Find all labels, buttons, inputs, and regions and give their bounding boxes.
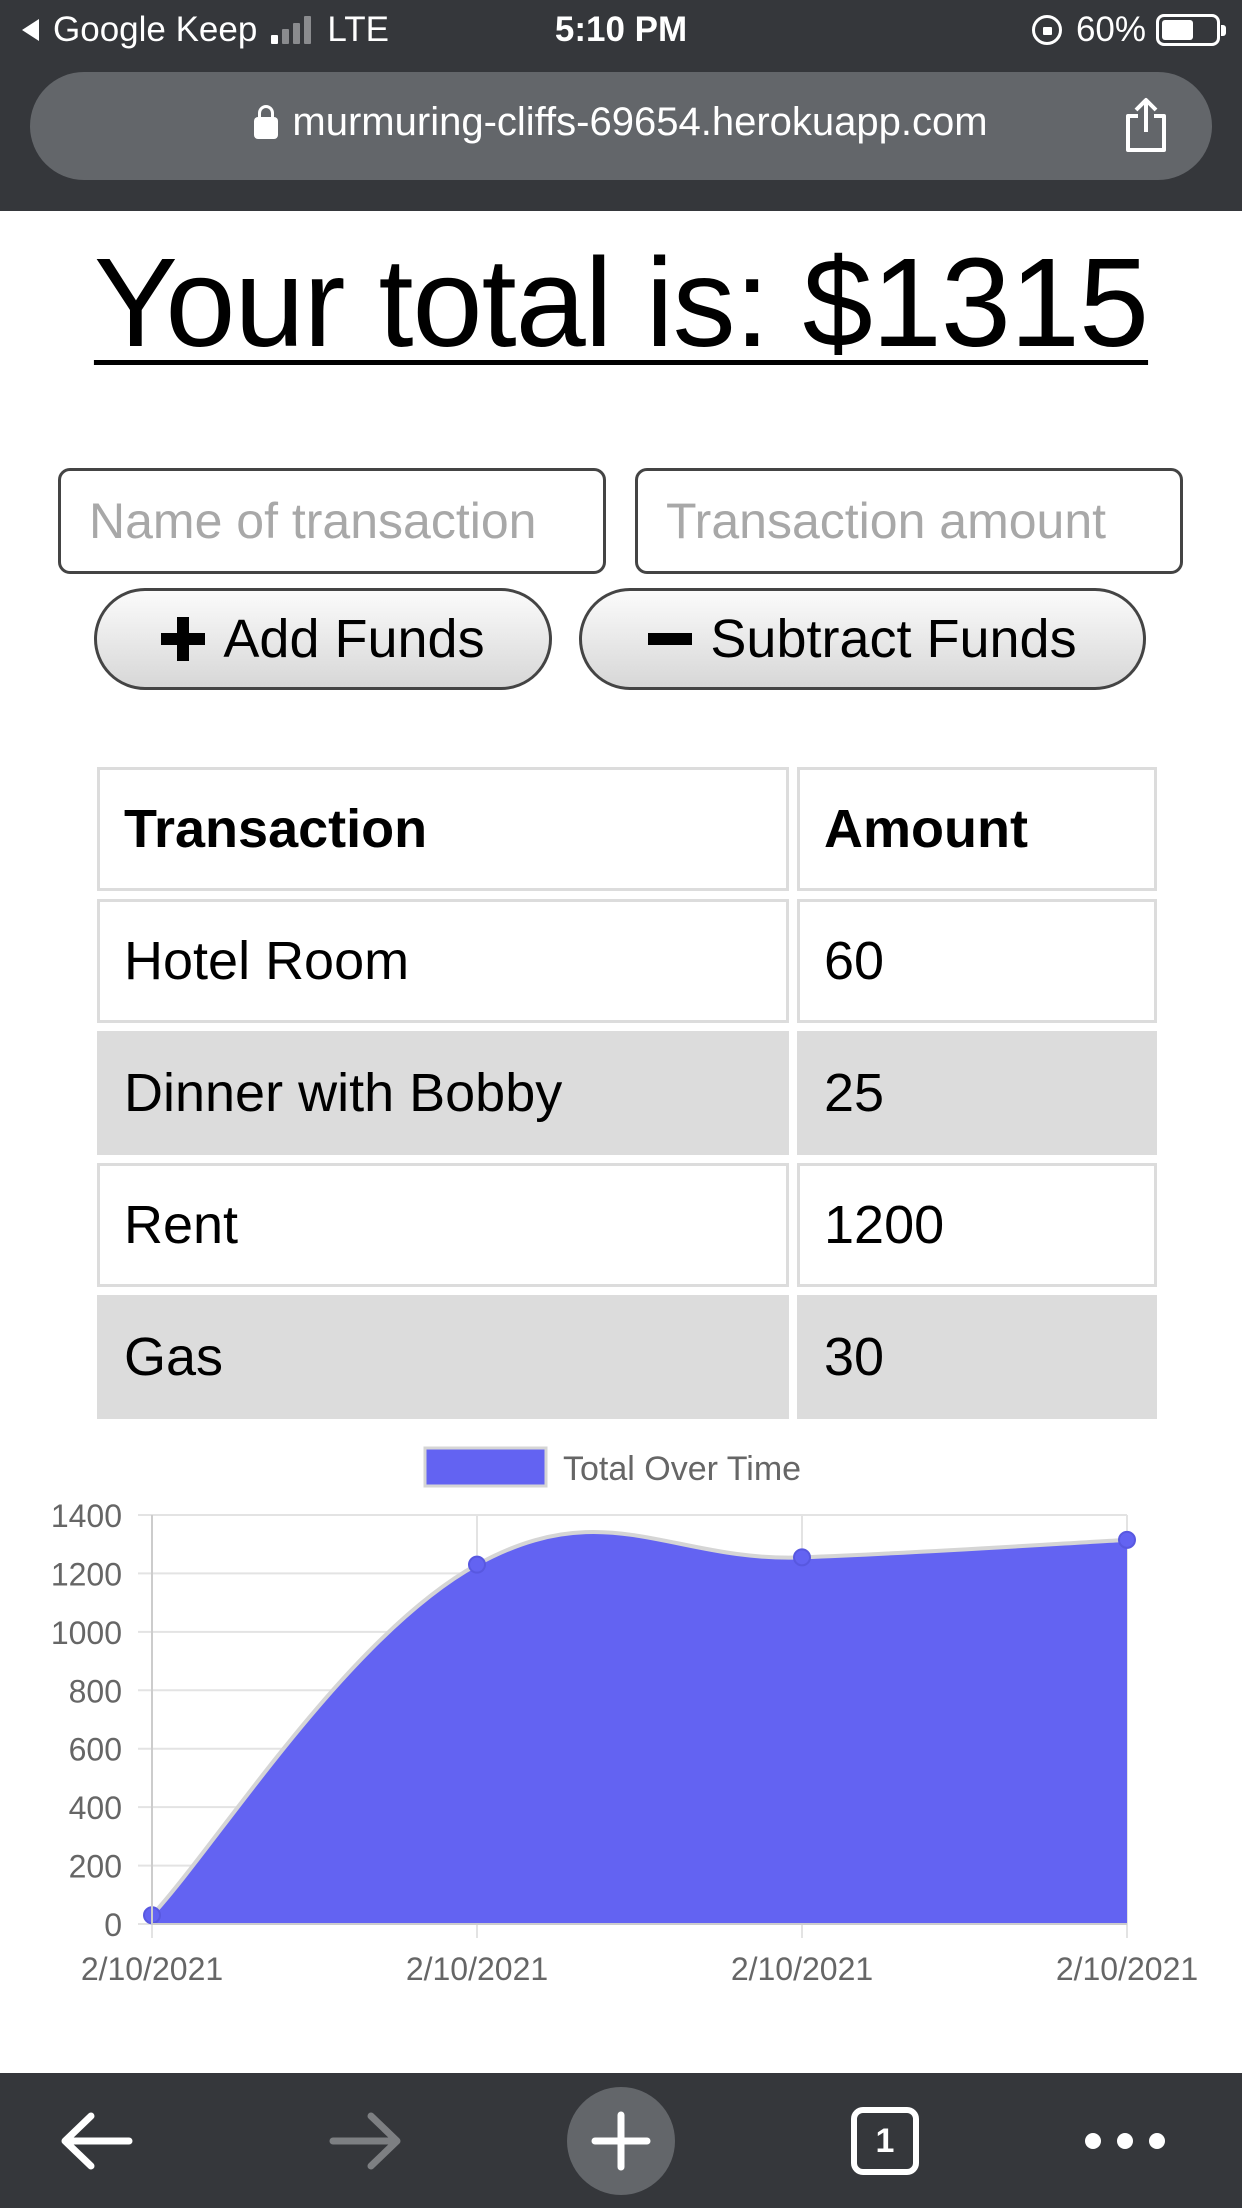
y-tick-label: 0 bbox=[104, 1907, 122, 1943]
transaction-name-cell: Dinner with Bobby bbox=[97, 1031, 789, 1155]
status-bar: Google Keep LTE 5:10 PM 60% bbox=[0, 0, 1242, 62]
transaction-amount-cell: 1200 bbox=[797, 1163, 1157, 1287]
subtract-funds-label: Subtract Funds bbox=[710, 609, 1077, 669]
chart-svg: 0 200 400 600 800 1000 1200 1400 2/10/2021 2/10/2… bbox=[51, 1446, 1198, 1987]
x-tick-label: 2/10/2021 bbox=[1056, 1951, 1198, 1987]
y-tick-label: 600 bbox=[69, 1732, 122, 1768]
y-tick-label: 400 bbox=[69, 1790, 122, 1826]
transaction-name-cell: Hotel Room bbox=[97, 899, 789, 1023]
legend-label: Total Over Time bbox=[563, 1450, 801, 1488]
subtract-funds-button[interactable]: Subtract Funds bbox=[579, 588, 1146, 690]
transaction-amount-input[interactable] bbox=[635, 468, 1183, 574]
tab-switcher-button[interactable]: 1 bbox=[840, 2089, 930, 2193]
legend-swatch bbox=[423, 1446, 548, 1488]
x-tick-label: 2/10/2021 bbox=[731, 1951, 873, 1987]
table-row: Gas 30 bbox=[97, 1295, 1157, 1419]
battery-level bbox=[1162, 20, 1194, 40]
transaction-name-input[interactable] bbox=[58, 468, 606, 574]
data-point bbox=[468, 1555, 486, 1574]
address-bar[interactable]: murmuring-cliffs-69654.herokuapp.com bbox=[30, 72, 1212, 180]
y-tick-label: 1000 bbox=[51, 1615, 122, 1651]
battery-percent: 60% bbox=[1075, 10, 1146, 49]
browser-window: Google Keep LTE 5:10 PM 60% murmuring-cl… bbox=[0, 0, 1242, 2208]
table-row: Rent 1200 bbox=[97, 1163, 1157, 1287]
transaction-amount-cell: 30 bbox=[797, 1295, 1157, 1419]
y-tick-label: 1400 bbox=[51, 1498, 122, 1534]
data-point bbox=[1118, 1530, 1136, 1549]
table-row: Dinner with Bobby 25 bbox=[97, 1031, 1157, 1155]
y-tick-label: 200 bbox=[69, 1849, 122, 1885]
battery-icon bbox=[1156, 14, 1226, 46]
header-transaction: Transaction bbox=[97, 767, 789, 891]
y-tick-label: 1200 bbox=[51, 1556, 122, 1592]
new-tab-button[interactable] bbox=[567, 2087, 675, 2195]
tab-count: 1 bbox=[851, 2107, 919, 2175]
more-dots-icon bbox=[1085, 2133, 1165, 2149]
transaction-amount-cell: 25 bbox=[797, 1031, 1157, 1155]
forward-arrow-icon bbox=[329, 2112, 401, 2170]
forward-button[interactable] bbox=[318, 2089, 412, 2193]
plus-icon bbox=[161, 617, 206, 661]
transaction-name-cell: Gas bbox=[97, 1295, 789, 1419]
share-icon[interactable] bbox=[1122, 96, 1170, 154]
browser-top-chrome: Google Keep LTE 5:10 PM 60% murmuring-cl… bbox=[0, 0, 1242, 211]
total-over-time-chart: 0 200 400 600 800 1000 1200 1400 2/10/2021 2/10/2… bbox=[0, 1430, 1242, 2020]
padlock-icon bbox=[254, 104, 279, 139]
back-arrow-icon bbox=[61, 2112, 133, 2170]
transactions-table: Transaction Amount Hotel Room 60 Dinner … bbox=[89, 759, 1165, 1427]
data-point bbox=[793, 1548, 811, 1567]
total-heading: Your total is: $1315 bbox=[93, 232, 1149, 373]
x-tick-label: 2/10/2021 bbox=[406, 1951, 548, 1987]
url-text: murmuring-cliffs-69654.herokuapp.com bbox=[292, 100, 988, 144]
y-tick-label: 800 bbox=[69, 1673, 122, 1709]
transaction-amount-cell: 60 bbox=[797, 899, 1157, 1023]
new-tab-circle bbox=[567, 2087, 675, 2195]
add-funds-label: Add Funds bbox=[223, 609, 485, 669]
back-button[interactable] bbox=[50, 2089, 144, 2193]
table-row: Hotel Room 60 bbox=[97, 899, 1157, 1023]
add-funds-button[interactable]: Add Funds bbox=[94, 588, 552, 690]
browser-toolbar: 1 bbox=[0, 2073, 1242, 2208]
header-amount: Amount bbox=[797, 767, 1157, 891]
minus-icon bbox=[648, 617, 693, 661]
table-header-row: Transaction Amount bbox=[97, 767, 1157, 891]
transaction-name-cell: Rent bbox=[97, 1163, 789, 1287]
orientation-lock-icon bbox=[1031, 15, 1062, 45]
plus-icon bbox=[591, 2111, 651, 2171]
x-tick-label: 2/10/2021 bbox=[81, 1951, 223, 1987]
more-menu-button[interactable] bbox=[1080, 2089, 1170, 2193]
status-right: 60% bbox=[1031, 10, 1226, 50]
